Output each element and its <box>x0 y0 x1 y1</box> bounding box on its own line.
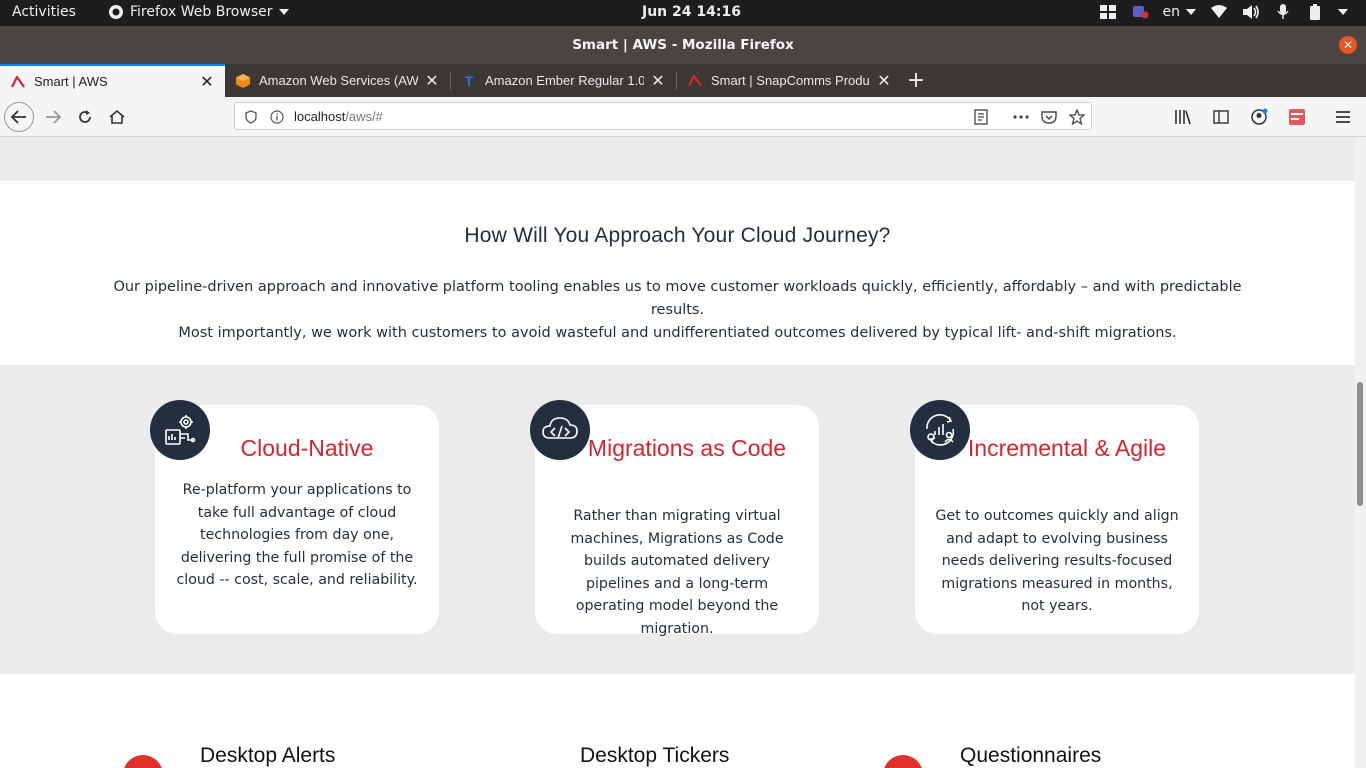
cors-extension-button[interactable] <box>1282 102 1312 132</box>
tab-amazon-ember-font[interactable]: T Amazon Ember Regular 1.0 ✕ <box>451 64 676 97</box>
reload-button[interactable] <box>70 102 100 132</box>
tab-close-icon[interactable]: ✕ <box>199 72 215 92</box>
arrow-right-icon <box>46 110 61 124</box>
page-scrollbar[interactable] <box>1355 137 1366 768</box>
reader-view-icon[interactable] <box>973 109 989 125</box>
url-path: /aws/# <box>345 109 383 124</box>
tab-label: Amazon Ember Regular 1.0 <box>485 73 644 88</box>
battery-icon[interactable] <box>1306 3 1324 21</box>
system-tray: en <box>1099 3 1348 21</box>
account-icon <box>1251 108 1268 125</box>
card-title: Cloud-Native <box>240 435 374 461</box>
home-button[interactable] <box>102 102 132 132</box>
system-top-bar: Activities Firefox Web Browser Jun 24 14… <box>0 0 1366 26</box>
app-menu-label: Firefox Web Browser <box>130 4 273 20</box>
tab-amazon-web-services[interactable]: Amazon Web Services (AWS ✕ <box>225 64 450 97</box>
address-bar[interactable]: localhost/aws/# <box>234 102 1092 130</box>
navigation-toolbar: localhost/aws/# <box>0 97 1366 137</box>
chevron-down-icon <box>1186 9 1196 15</box>
desktop-alerts-icon <box>123 755 163 768</box>
menu-button[interactable] <box>1328 102 1358 132</box>
hamburger-menu-icon <box>1336 111 1350 123</box>
back-button[interactable] <box>4 102 34 132</box>
smart-favicon-icon <box>10 74 26 90</box>
clock[interactable]: Jun 24 14:16 <box>642 4 741 20</box>
card-title: Incremental & Agile <box>967 435 1167 461</box>
new-tab-button[interactable]: + <box>904 68 928 93</box>
font-favicon-icon: T <box>464 72 474 89</box>
section-heading: How Will You Approach Your Cloud Journey… <box>464 224 891 247</box>
smart-favicon-icon <box>687 73 703 89</box>
tracking-shield-icon[interactable] <box>243 109 259 125</box>
tab-smart-aws[interactable]: Smart | AWS ✕ <box>0 64 225 97</box>
aws-favicon-icon <box>235 73 251 89</box>
card-migrations-as-code: Migrations as Code Rather than migrating… <box>530 400 819 637</box>
cors-extension-icon <box>1289 109 1305 125</box>
intro-line-2: Most importantly, we work with customers… <box>178 325 1177 341</box>
cloud-native-gear-icon <box>150 400 210 460</box>
site-info-icon[interactable] <box>269 109 285 125</box>
library-icon <box>1175 110 1191 125</box>
url-host: localhost <box>294 109 346 124</box>
approach-cards-band: Cloud-Native Re-platform your applicatio… <box>0 365 1355 674</box>
url-text: localhost/aws/# <box>294 109 383 124</box>
microphone-icon[interactable] <box>1274 3 1292 21</box>
toolbar-right <box>1168 102 1358 132</box>
wifi-icon[interactable] <box>1210 3 1228 21</box>
home-icon <box>109 109 125 124</box>
agile-growth-icon <box>910 400 970 460</box>
chevron-down-icon <box>278 9 289 15</box>
tab-smart-snapcomms[interactable]: Smart | SnapComms Produ ✕ <box>677 64 902 97</box>
feature-title-desktop-alerts[interactable]: Desktop Alerts <box>200 744 335 768</box>
system-menu-chevron-icon[interactable] <box>1338 9 1348 15</box>
bookmark-star-icon[interactable] <box>1069 109 1085 125</box>
card-cloud-native: Cloud-Native Re-platform your applicatio… <box>150 400 439 634</box>
arrow-left-icon <box>11 110 26 124</box>
card-incremental-agile: Incremental & Agile Get to outcomes quic… <box>910 400 1199 634</box>
pocket-icon[interactable] <box>1041 109 1057 125</box>
window-title: Smart | AWS - Mozilla Firefox <box>572 37 794 53</box>
app-menu[interactable]: Firefox Web Browser <box>108 4 289 20</box>
previous-section-band <box>0 137 1355 181</box>
volume-icon[interactable] <box>1242 3 1260 21</box>
feature-title-questionnaires[interactable]: Questionnaires <box>960 744 1101 768</box>
card-body: Re-platform your applications to take fu… <box>176 482 418 588</box>
card-body: Rather than migrating virtual machines, … <box>570 508 784 637</box>
more-actions-icon[interactable] <box>1013 109 1029 125</box>
reload-icon <box>79 110 91 123</box>
intro-line-1: Our pipeline-driven approach and innovat… <box>113 279 1242 318</box>
scrollbar-thumb[interactable] <box>1357 382 1363 506</box>
card-title: Migrations as Code <box>587 435 787 461</box>
tab-label: Amazon Web Services (AWS <box>259 73 418 88</box>
account-button[interactable] <box>1244 102 1274 132</box>
language-indicator[interactable]: en <box>1162 4 1196 20</box>
sidebar-icon <box>1213 110 1229 124</box>
questionnaires-icon <box>883 755 923 768</box>
section-intro-text: Our pipeline-driven approach and innovat… <box>100 276 1255 345</box>
tab-close-icon[interactable]: ✕ <box>876 71 892 91</box>
firefox-icon <box>109 5 123 19</box>
workspace-icon[interactable] <box>1099 3 1117 21</box>
tab-close-icon[interactable]: ✕ <box>650 71 666 91</box>
language-label: en <box>1162 4 1181 20</box>
features-section: Desktop Alerts Desktop Tickers Questionn… <box>0 674 1355 768</box>
card-body: Get to outcomes quickly and align and ad… <box>935 508 1179 614</box>
page-viewport: How Will You Approach Your Cloud Journey… <box>0 137 1355 768</box>
tab-strip: Smart | AWS ✕ Amazon Web Services (AWS ✕… <box>0 64 1366 97</box>
tab-close-icon[interactable]: ✕ <box>424 71 440 91</box>
activities-button[interactable]: Activities <box>12 4 76 20</box>
tab-label: Smart | AWS <box>34 74 108 89</box>
cloud-journey-section: How Will You Approach Your Cloud Journey… <box>0 181 1355 365</box>
window-close-button[interactable]: ✕ <box>1339 36 1357 54</box>
cloud-code-icon <box>530 400 590 460</box>
sidebar-button[interactable] <box>1206 102 1236 132</box>
tab-label: Smart | SnapComms Produ <box>711 73 870 88</box>
library-button[interactable] <box>1168 102 1198 132</box>
feature-title-desktop-tickers[interactable]: Desktop Tickers <box>580 744 729 768</box>
teams-icon[interactable] <box>1131 3 1149 21</box>
window-titlebar: Smart | AWS - Mozilla Firefox ✕ <box>0 26 1366 64</box>
forward-button[interactable] <box>38 102 68 132</box>
